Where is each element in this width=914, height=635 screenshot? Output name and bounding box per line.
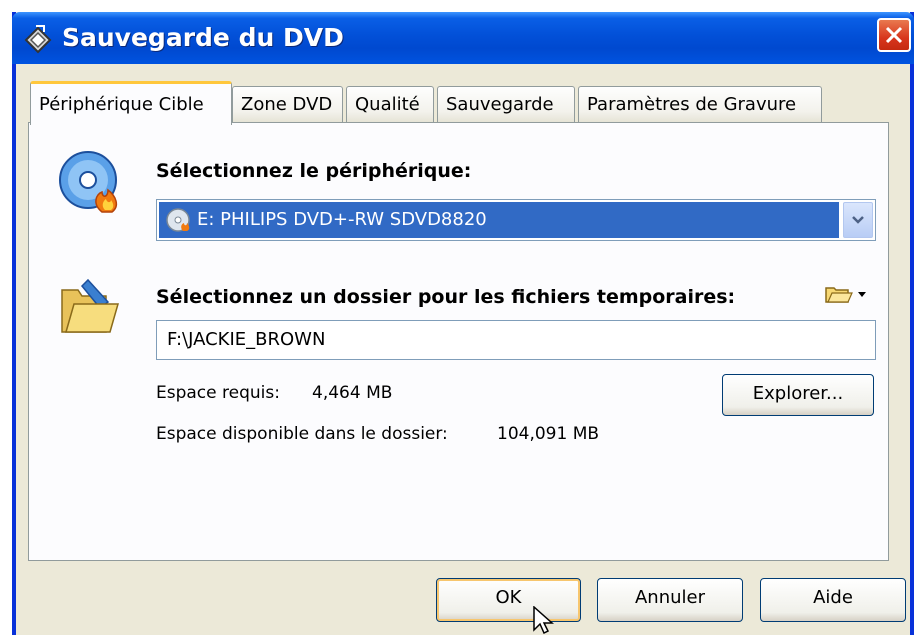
window-title: Sauvegarde du DVD: [62, 23, 344, 52]
device-dropdown-button[interactable]: [843, 202, 873, 238]
title-bar[interactable]: Sauvegarde du DVD: [12, 12, 914, 64]
cd-burn-icon: [59, 151, 118, 213]
tab-sauvegarde[interactable]: Sauvegarde: [437, 86, 575, 122]
tab-label: Qualité: [355, 94, 420, 115]
open-folder-icon: [61, 278, 119, 333]
space-required-value: 4,464 MB: [312, 383, 393, 403]
close-button[interactable]: [877, 18, 911, 52]
ok-button-label: OK: [495, 587, 522, 608]
mouse-pointer-icon: [533, 606, 554, 635]
close-icon: [885, 26, 903, 44]
device-select[interactable]: E: PHILIPS DVD+-RW SDVD8820: [156, 199, 876, 241]
device-select-value: E: PHILIPS DVD+-RW SDVD8820: [197, 209, 487, 230]
tab-label: Sauvegarde: [446, 94, 554, 115]
tab-qualite[interactable]: Qualité: [346, 86, 434, 122]
browse-button-label: Explorer...: [752, 383, 844, 404]
temp-folder-label: Sélectionnez un dossier pour les fichier…: [156, 286, 736, 308]
tab-label: Périphérique Cible: [39, 94, 204, 115]
tab-label: Paramètres de Gravure: [587, 94, 797, 115]
tab-peripherique-cible[interactable]: Périphérique Cible: [30, 81, 232, 125]
tab-parametres-gravure[interactable]: Paramètres de Gravure: [578, 86, 822, 122]
device-label: Sélectionnez le périphérique:: [156, 160, 472, 182]
ok-button[interactable]: OK: [436, 578, 581, 622]
help-button[interactable]: Aide: [760, 578, 906, 622]
space-available-value: 104,091 MB: [497, 424, 600, 444]
folder-dropdown-icon[interactable]: [824, 282, 872, 306]
temp-folder-input[interactable]: F:\JACKIE_BROWN: [156, 320, 876, 360]
tab-label: Zone DVD: [241, 94, 333, 115]
space-available-label: Espace disponible dans le dossier:: [156, 424, 448, 444]
cancel-button[interactable]: Annuler: [597, 578, 743, 622]
cancel-button-label: Annuler: [634, 587, 705, 608]
tab-zone-dvd[interactable]: Zone DVD: [232, 86, 343, 122]
dvd-backup-icon: [24, 25, 52, 54]
chevron-down-icon: [852, 216, 864, 224]
space-required-label: Espace requis:: [156, 383, 280, 403]
cd-drive-icon: [166, 208, 190, 232]
help-button-label: Aide: [813, 587, 853, 608]
browse-button[interactable]: Explorer...: [722, 374, 874, 416]
